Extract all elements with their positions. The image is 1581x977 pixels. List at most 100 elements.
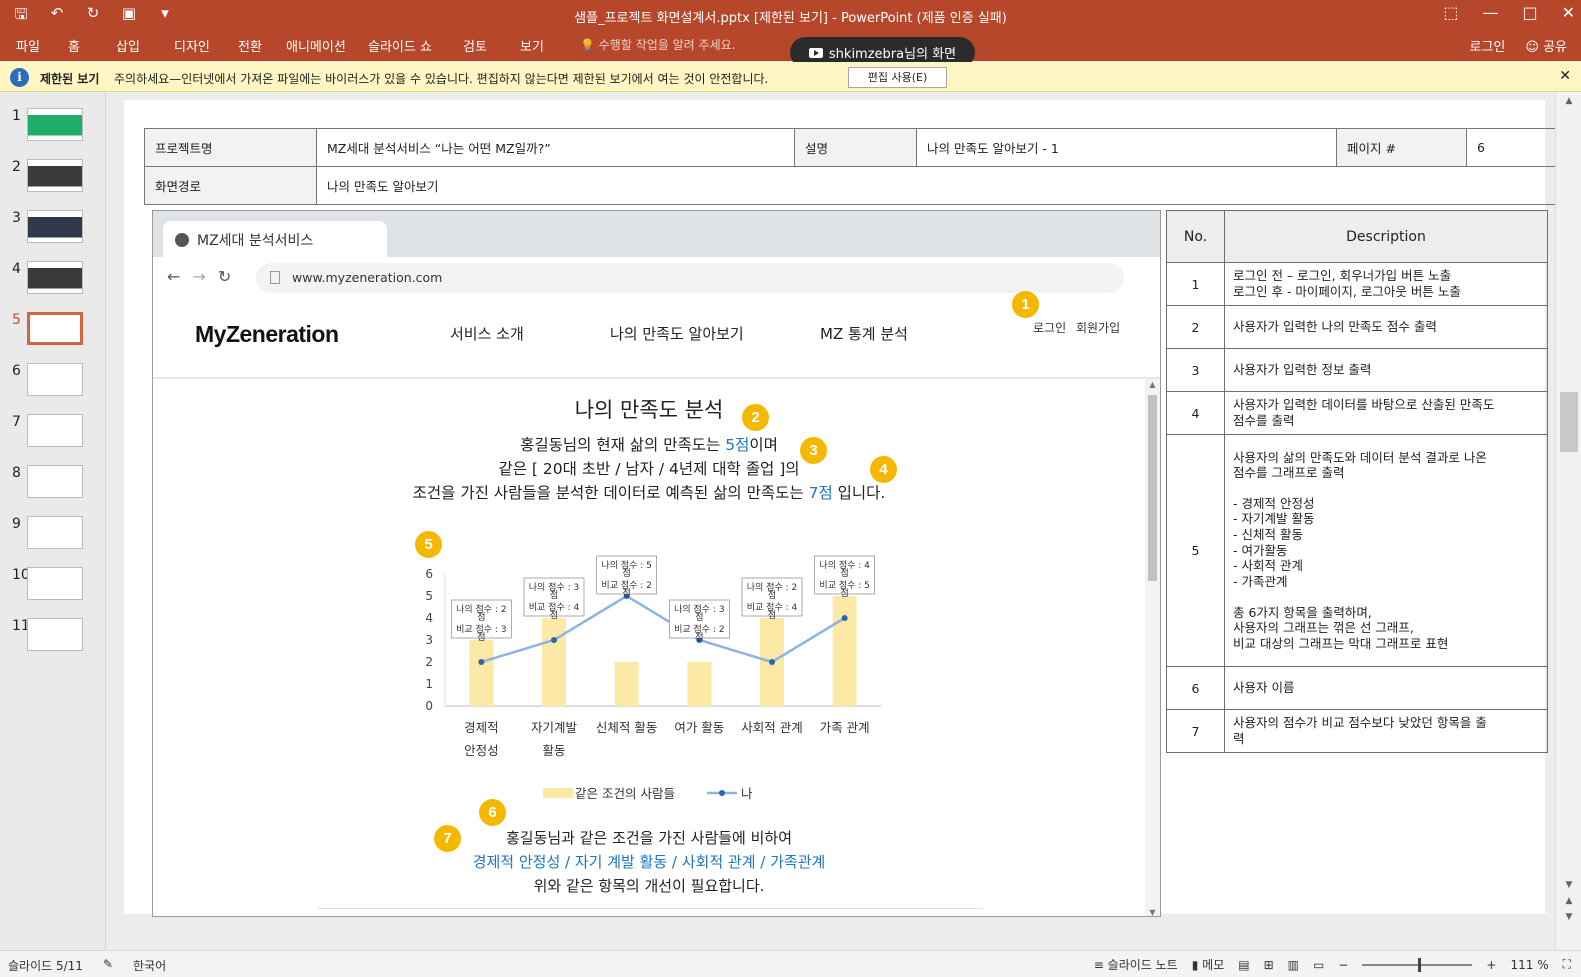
prev-slide-icon[interactable]: ▲ [1556, 896, 1581, 906]
project-value: MZ세대 분석서비스 “나는 어떤 MZ일까?” [316, 128, 795, 167]
ribbon-tab-0[interactable]: 파일 [16, 36, 68, 55]
scroll-up-icon: ▲ [1149, 380, 1156, 389]
comparison-line: 홍길동님과 같은 조건을 가진 사람들에 비하여 [505, 829, 793, 847]
window-title: 샘플_프로젝트 화면설계서.pptx [제한된 보기] - PowerPoint… [574, 11, 1007, 26]
slideshow-icon[interactable]: ▭ [1313, 958, 1324, 972]
slide-thumbnail-7[interactable]: 7 [10, 414, 100, 454]
scroll-up-icon[interactable]: ▲ [1556, 96, 1581, 106]
annotation-badge-3: 3 [800, 437, 827, 464]
language-indicator[interactable]: 한국어 [133, 957, 166, 974]
site-logo: MyZeneration [195, 321, 339, 347]
annotation-badge-1: 1 [1012, 291, 1039, 318]
x-category-label: 안정성 [464, 743, 499, 758]
slide-thumbnail-3[interactable]: 3 [10, 210, 100, 250]
slide-thumbnail-8[interactable]: 8 [10, 465, 100, 505]
page-label: 페이지 # [1336, 128, 1467, 167]
annotation-badge-6: 6 [479, 799, 506, 826]
description-line: 사용자의 삶의 만족도와 데이터 분석 결과로 나온 [1233, 449, 1487, 465]
x-category-label: 가족 관계 [820, 720, 870, 735]
description-line [1233, 590, 1539, 605]
tooltip-text: 점 [695, 611, 703, 623]
row-number: 4 [1166, 391, 1225, 435]
ribbon-tab-8[interactable]: 보기 [520, 36, 560, 55]
url-text: www.myzeneration.com [292, 270, 443, 285]
page-value: 6 [1466, 128, 1556, 167]
enable-editing-button[interactable]: 편집 사용(E) [848, 67, 947, 88]
description-row: 5 사용자의 삶의 만족도와 데이터 분석 결과로 나온 점수를 그래프로 출력 -… [1166, 434, 1548, 667]
browser-mockup: MZ세대 분석서비스 ← → ↻ www.myzeneration.com My… [152, 210, 1161, 917]
tell-me-search[interactable]: 💡 수행할 작업을 알려 주세요. [580, 36, 735, 53]
legend-line-marker [719, 790, 725, 796]
slide-scrollbar[interactable]: ▲ ▼ ▲ ▼ [1555, 92, 1581, 950]
info-icon: i [10, 68, 29, 87]
page-icon [270, 271, 280, 284]
ribbon-tab-1[interactable]: 홈 [68, 36, 116, 55]
ribbon-tab-6[interactable]: 슬라이드 쇼 [368, 36, 463, 55]
slide-thumbnail-10[interactable]: 10 [10, 567, 100, 607]
y-tick-label: 4 [425, 611, 433, 625]
slide-thumbnail-4[interactable]: 4 [10, 261, 100, 301]
description-row: 2 사용자가 입력한 나의 만족도 점수 출력 [1166, 305, 1548, 349]
satisfaction-content: 나의 만족도 분석 홍길동님의 현재 삶의 만족도는 5점이며 같은 [ 20대… [153, 379, 1145, 916]
zoom-slider[interactable] [1362, 957, 1473, 972]
ribbon-tab-4[interactable]: 전환 [238, 36, 286, 55]
slide-thumbnail-9[interactable]: 9 [10, 516, 100, 556]
annotation-badge-2: 2 [742, 404, 769, 431]
zoom-level[interactable]: 111 % [1510, 958, 1548, 972]
scroll-down-icon[interactable]: ▼ [1556, 880, 1581, 890]
tooltip-text: 점 [550, 589, 558, 601]
slide-thumbnail-6[interactable]: 6 [10, 363, 100, 403]
notes-button[interactable]: ≡ 슬라이드 노트 [1094, 956, 1178, 973]
share-button[interactable]: ☺ 공유 [1525, 36, 1567, 55]
zoom-out-icon[interactable]: − [1338, 958, 1348, 972]
signup-link: 회원가입 [1076, 321, 1121, 335]
reload-icon: ↻ [217, 267, 232, 286]
improvement-items: 경제적 안정성 / 자기 계발 활동 / 사회적 관계 / 가족관계 [472, 853, 826, 871]
slide-thumbnail-11[interactable]: 11 [10, 618, 100, 658]
thumbnail-preview [27, 567, 83, 600]
normal-view-icon[interactable]: ▤ [1238, 958, 1249, 972]
notes-label: 슬라이드 노트 [1107, 958, 1178, 972]
description-line: - 자기계발 활동 [1233, 511, 1315, 527]
ribbon-tab-5[interactable]: 애니메이션 [286, 36, 368, 55]
row-description: 로그인 전 – 로그인, 회우너가입 버튼 노출 로그인 후 - 마이페이지, 로… [1224, 262, 1548, 306]
line-point-1 [551, 637, 557, 643]
comments-button[interactable]: ▮ 메모 [1192, 956, 1225, 973]
spellcheck-icon[interactable]: ✎ [103, 957, 113, 974]
ribbon-tab-3[interactable]: 디자인 [174, 36, 238, 55]
x-category-label: 자기계발 [531, 720, 578, 735]
slide-thumbnail-5[interactable]: 5 [10, 312, 100, 352]
minimize-icon[interactable]: — [1482, 3, 1498, 22]
protected-view-title: 제한된 보기 [40, 72, 100, 86]
close-icon[interactable]: ✕ [1562, 3, 1575, 22]
fit-slide-icon[interactable]: ⛶ [1563, 957, 1571, 972]
slide-header-table: 프로젝트명 MZ세대 분석서비스 “나는 어떤 MZ일까?” 설명 나의 만족도… [144, 128, 1556, 205]
annotation-badge-5: 5 [415, 531, 442, 558]
tooltip-text: 점 [768, 609, 776, 621]
x-category-label: 여가 활동 [674, 720, 724, 735]
signin-link[interactable]: 로그인 [1470, 36, 1506, 55]
scroll-thumb[interactable] [1560, 392, 1578, 452]
slide-thumbnails-pane: 1 2 3 4 5 6 7 8 9 10 11 [0, 92, 106, 950]
ribbon-tab-7[interactable]: 검토 [463, 36, 520, 55]
slide-sorter-icon[interactable]: ⊞ [1264, 958, 1274, 972]
browser-tab-strip: MZ세대 분석서비스 [153, 211, 1160, 257]
maximize-icon[interactable]: □ [1522, 3, 1537, 22]
reading-view-icon[interactable]: ▥ [1288, 958, 1299, 972]
ribbon-tab-2[interactable]: 삽입 [116, 36, 174, 55]
thumbnail-preview [27, 159, 83, 192]
condition-line: 같은 [ 20대 초반 / 남자 / 4년제 대학 졸업 ]의 [498, 460, 800, 478]
slide-thumbnail-1[interactable]: 1 [10, 108, 100, 148]
address-bar-row: ← → ↻ www.myzeneration.com [153, 257, 1160, 299]
thumbnail-preview [27, 363, 83, 396]
tooltip-text: 점 [695, 631, 703, 643]
slide-thumbnail-2[interactable]: 2 [10, 159, 100, 199]
back-icon: ← [167, 267, 181, 286]
zoom-in-icon[interactable]: + [1486, 958, 1496, 972]
thumbnail-preview [27, 516, 83, 549]
content-divider [318, 908, 983, 909]
ribbon-display-icon[interactable]: ⬚ [1443, 3, 1458, 22]
next-slide-icon[interactable]: ▼ [1556, 912, 1581, 922]
thumbnail-preview [27, 465, 83, 498]
close-bar-icon[interactable]: ✕ [1559, 68, 1571, 84]
